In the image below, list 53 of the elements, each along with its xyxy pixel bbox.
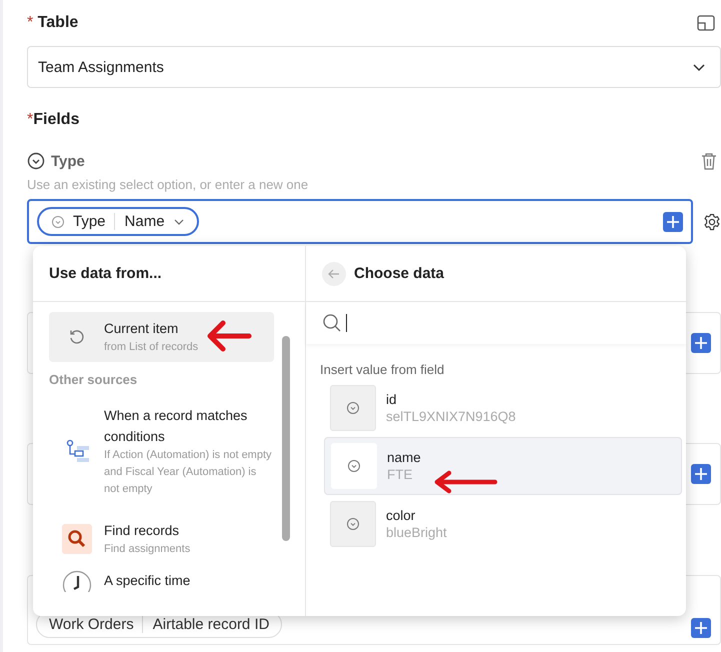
field-option[interactable]: color blueBright — [330, 501, 682, 547]
table-select[interactable]: Team Assignments — [27, 46, 721, 88]
source-title: Current item — [104, 320, 180, 338]
select-field-icon — [346, 517, 360, 531]
plus-button[interactable] — [663, 212, 683, 232]
select-field-icon — [27, 152, 45, 170]
panel-title: Choose data — [354, 265, 444, 282]
source-subtitle: from List of records — [104, 340, 198, 355]
option-name: id — [386, 392, 398, 407]
clock-icon — [62, 570, 92, 592]
option-name: name — [387, 450, 421, 465]
source-item[interactable]: Current item from List of records — [49, 312, 274, 362]
source-subtitle: If Action (Automation) is not empty and Fiscal Year (Automation) is not empty — [104, 448, 273, 497]
source-item[interactable]: Find records Find assignments — [49, 514, 274, 564]
value-field[interactable]: Type Name — [27, 199, 693, 244]
settings-icon[interactable] — [703, 212, 721, 230]
trash-icon[interactable] — [701, 152, 717, 170]
section-label: Other sources — [49, 372, 138, 387]
token-label: Work Orders — [49, 616, 134, 633]
option-name: color — [386, 508, 416, 523]
source-item[interactable]: A specific time — [49, 564, 274, 598]
plus-button[interactable] — [691, 464, 711, 484]
source-title: When a record matches conditions — [104, 407, 248, 446]
field-option[interactable]: id selTL9XNIX7N916Q8 — [330, 385, 682, 431]
search-icon — [322, 313, 342, 333]
option-value: blueBright — [386, 525, 447, 540]
token-pill[interactable]: Type Name — [37, 207, 199, 236]
source-title: A specific time — [104, 572, 190, 590]
source-title: Find records — [104, 522, 180, 540]
table-label: * Table — [27, 14, 78, 32]
token-value: Name — [114, 213, 165, 230]
token-label: Type — [73, 213, 106, 230]
option-value: FTE — [387, 467, 414, 482]
fields-label: *Fields — [27, 110, 80, 130]
select-field-icon — [347, 459, 361, 473]
field-hint: Use an existing select option, or enter a new one — [27, 177, 310, 193]
refresh-icon — [68, 328, 86, 346]
field-option[interactable]: name FTE — [324, 437, 682, 495]
option-value: selTL9XNIX7N916Q8 — [386, 409, 516, 424]
panel-title: Use data from... — [49, 265, 162, 282]
layout-icon[interactable] — [697, 15, 715, 31]
search-icon — [62, 524, 92, 554]
source-subtitle: Find assignments — [104, 542, 190, 557]
scrollbar[interactable] — [282, 336, 290, 541]
select-field-icon — [51, 214, 65, 228]
plus-button[interactable] — [691, 333, 711, 353]
annotation-arrow — [432, 469, 500, 495]
source-item[interactable]: When a record matches conditions If Action (Automation) is not empty and Fiscal Year (Automation) is not empty — [49, 397, 274, 514]
plus-button[interactable] — [691, 618, 711, 638]
section-label: Insert value from field — [319, 361, 446, 379]
select-field-icon — [346, 401, 360, 415]
annotation-arrow — [205, 319, 253, 353]
field-name: Type — [51, 152, 85, 170]
